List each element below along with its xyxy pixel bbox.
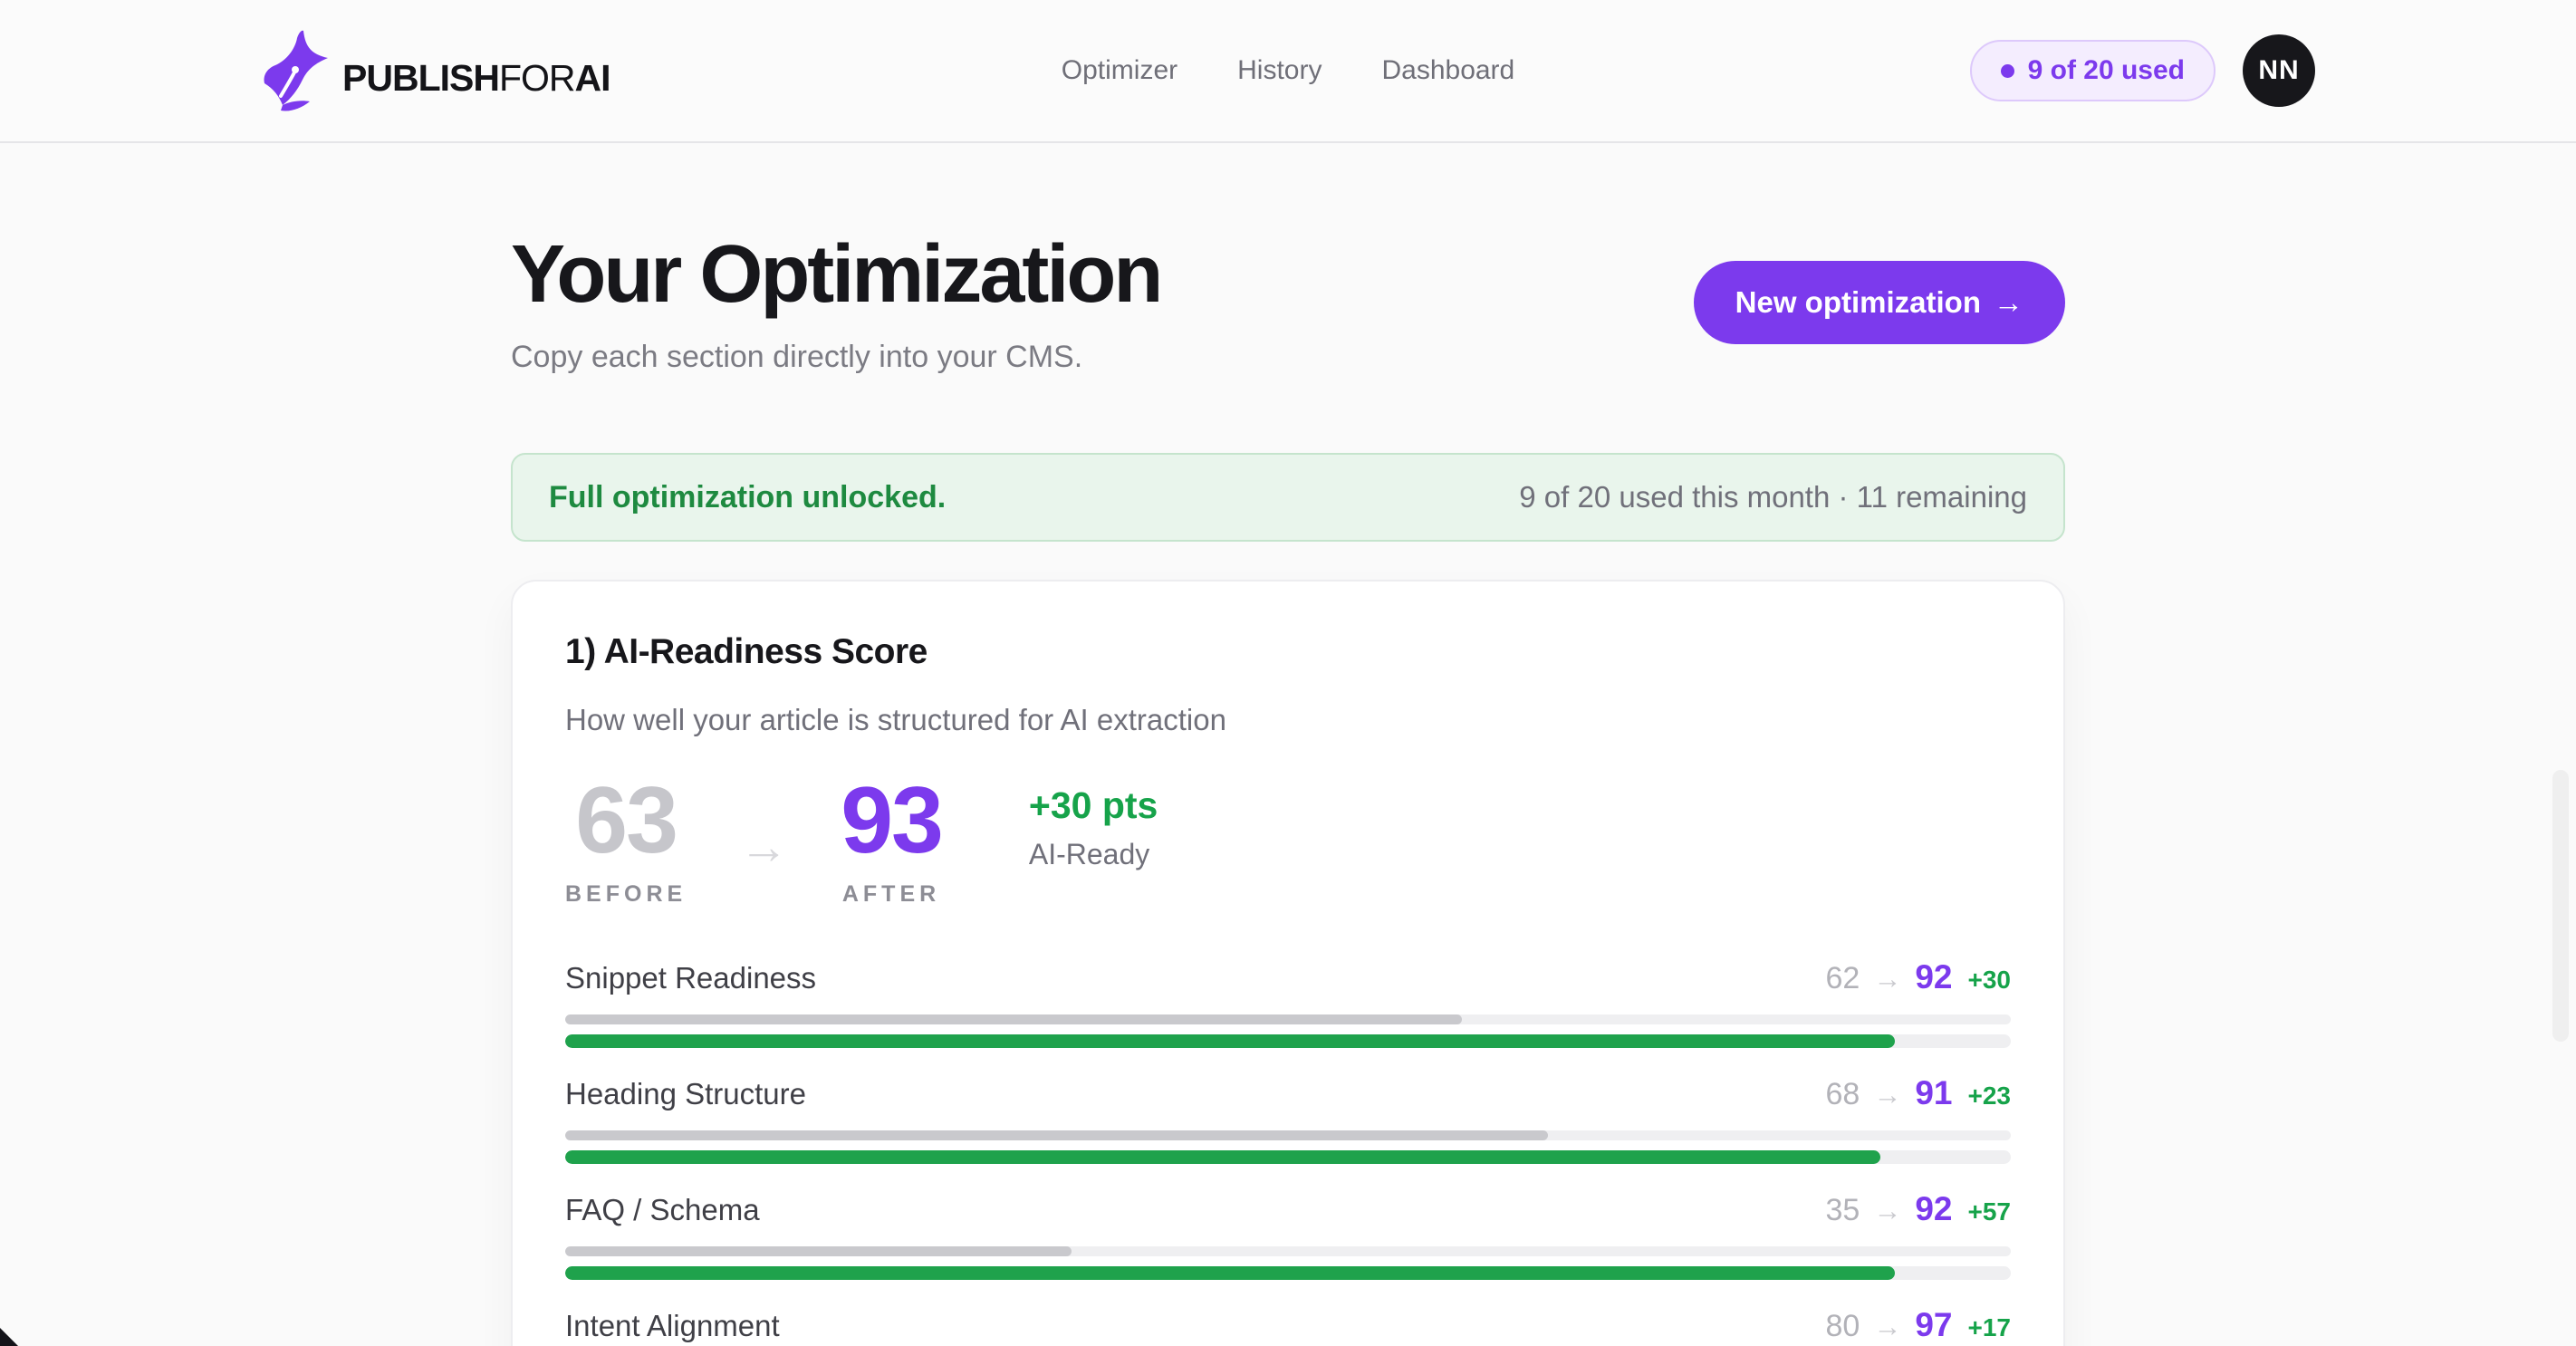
- brand-part-publish: PUBLISH: [342, 57, 499, 99]
- new-optimization-button[interactable]: New optimization →: [1694, 261, 2065, 344]
- progress-fill-before: [565, 1014, 1462, 1024]
- metrics-list: Snippet Readiness 62 → 92 +30: [565, 958, 2011, 1346]
- card-subtitle: How well your article is structured for …: [565, 703, 2011, 737]
- gain-status: AI-Ready: [1029, 838, 1158, 871]
- nav-item-history[interactable]: History: [1237, 55, 1322, 86]
- metric-label: Heading Structure: [565, 1077, 806, 1111]
- usage-dot-icon: [2001, 64, 2014, 78]
- arrow-right-icon: →: [1873, 1311, 1901, 1343]
- app-header: PUBLISHFORAI Optimizer History Dashboard…: [0, 0, 2576, 143]
- hero-text-block: Your Optimization Copy each section dire…: [511, 230, 1160, 375]
- metric-row-snippet-readiness: Snippet Readiness 62 → 92 +30: [565, 958, 2011, 1048]
- new-optimization-label: New optimization: [1735, 285, 1981, 320]
- brand-name: PUBLISHFORAI: [342, 57, 610, 112]
- metric-before-value: 68: [1826, 1077, 1860, 1112]
- header-right-group: 9 of 20 used NN: [1970, 34, 2315, 107]
- score-after-value: 93: [841, 772, 942, 870]
- metric-delta: +17: [1968, 1313, 2012, 1342]
- ai-readiness-score-card: 1) AI-Readiness Score How well your arti…: [511, 580, 2065, 1346]
- progress-track-before: [565, 1246, 2011, 1256]
- score-before-block: 63 BEFORE: [565, 772, 687, 908]
- metric-after-value: 97: [1915, 1306, 1952, 1344]
- page-title: Your Optimization: [511, 230, 1160, 320]
- metric-header: Heading Structure 68 → 91 +23: [565, 1074, 2011, 1112]
- nav-item-dashboard[interactable]: Dashboard: [1381, 55, 1514, 86]
- metric-values: 62 → 92 +30: [1826, 958, 2011, 996]
- metric-header: FAQ / Schema 35 → 92 +57: [565, 1190, 2011, 1228]
- pen-star-logo-icon: [261, 29, 333, 112]
- metric-delta: +57: [1968, 1197, 2012, 1226]
- usage-quota-badge[interactable]: 9 of 20 used: [1970, 40, 2216, 101]
- metric-values: 80 → 97 +17: [1826, 1306, 2011, 1344]
- metric-values: 68 → 91 +23: [1826, 1074, 2011, 1112]
- arrow-right-icon: →: [1994, 285, 2023, 320]
- arrow-right-icon: →: [1873, 1195, 1901, 1227]
- progress-track-after: [565, 1266, 2011, 1280]
- progress-fill-before: [565, 1130, 1548, 1140]
- metric-delta: +23: [1968, 1082, 2012, 1110]
- mouse-cursor-icon: [0, 1310, 38, 1346]
- brand-part-for: FOR: [499, 57, 575, 99]
- brand-logo[interactable]: PUBLISHFORAI: [261, 29, 610, 112]
- metric-before-value: 35: [1826, 1193, 1860, 1228]
- metric-before-value: 62: [1826, 961, 1860, 996]
- metric-after-value: 92: [1915, 958, 1952, 996]
- score-before-label: BEFORE: [565, 881, 687, 908]
- progress-fill-after: [565, 1034, 1895, 1048]
- metric-row-intent-alignment: Intent Alignment 80 → 97 +17: [565, 1306, 2011, 1346]
- progress-track-after: [565, 1034, 2011, 1048]
- score-before-value: 63: [565, 772, 687, 870]
- metric-header: Intent Alignment 80 → 97 +17: [565, 1306, 2011, 1344]
- scrollbar-thumb[interactable]: [2552, 770, 2569, 1042]
- progress-track-after: [565, 1150, 2011, 1164]
- metric-label: FAQ / Schema: [565, 1193, 760, 1227]
- metric-row-faq-schema: FAQ / Schema 35 → 92 +57: [565, 1190, 2011, 1280]
- metric-values: 35 → 92 +57: [1826, 1190, 2011, 1228]
- user-avatar[interactable]: NN: [2243, 34, 2315, 107]
- metric-label: Intent Alignment: [565, 1309, 780, 1343]
- metric-label: Snippet Readiness: [565, 961, 816, 995]
- score-after-label: AFTER: [841, 881, 942, 908]
- banner-headline: Full optimization unlocked.: [549, 480, 946, 515]
- card-title: 1) AI-Readiness Score: [565, 632, 2011, 672]
- gain-points: +30 pts: [1029, 784, 1158, 827]
- metric-after-value: 91: [1915, 1074, 1952, 1112]
- arrow-right-icon: →: [1873, 1079, 1901, 1111]
- metric-before-value: 80: [1826, 1309, 1860, 1344]
- page-subtitle: Copy each section directly into your CMS…: [511, 340, 1160, 375]
- metric-after-value: 92: [1915, 1190, 1952, 1228]
- usage-badge-label: 9 of 20 used: [2028, 55, 2185, 86]
- progress-track-before: [565, 1014, 2011, 1024]
- arrow-right-icon: →: [739, 819, 788, 875]
- score-comparison-row: 63 BEFORE → 93 AFTER +30 pts AI-Ready: [565, 772, 2011, 908]
- score-after-block: 93 AFTER: [841, 772, 942, 908]
- hero-section: Your Optimization Copy each section dire…: [511, 230, 2065, 375]
- main-nav: Optimizer History Dashboard: [1062, 0, 1514, 141]
- metric-row-heading-structure: Heading Structure 68 → 91 +23: [565, 1074, 2011, 1164]
- unlock-banner: Full optimization unlocked. 9 of 20 used…: [511, 453, 2065, 542]
- metric-delta: +30: [1968, 966, 2012, 995]
- progress-fill-after: [565, 1150, 1880, 1164]
- progress-track-before: [565, 1130, 2011, 1140]
- progress-fill-after: [565, 1266, 1895, 1280]
- main-content: Your Optimization Copy each section dire…: [511, 230, 2065, 1346]
- brand-part-ai: AI: [575, 57, 610, 99]
- nav-item-optimizer[interactable]: Optimizer: [1062, 55, 1177, 86]
- score-gain-block: +30 pts AI-Ready: [1029, 784, 1158, 871]
- metric-header: Snippet Readiness 62 → 92 +30: [565, 958, 2011, 996]
- arrow-right-icon: →: [1873, 963, 1901, 995]
- banner-usage-text: 9 of 20 used this month · 11 remaining: [1519, 480, 2027, 514]
- progress-fill-before: [565, 1246, 1072, 1256]
